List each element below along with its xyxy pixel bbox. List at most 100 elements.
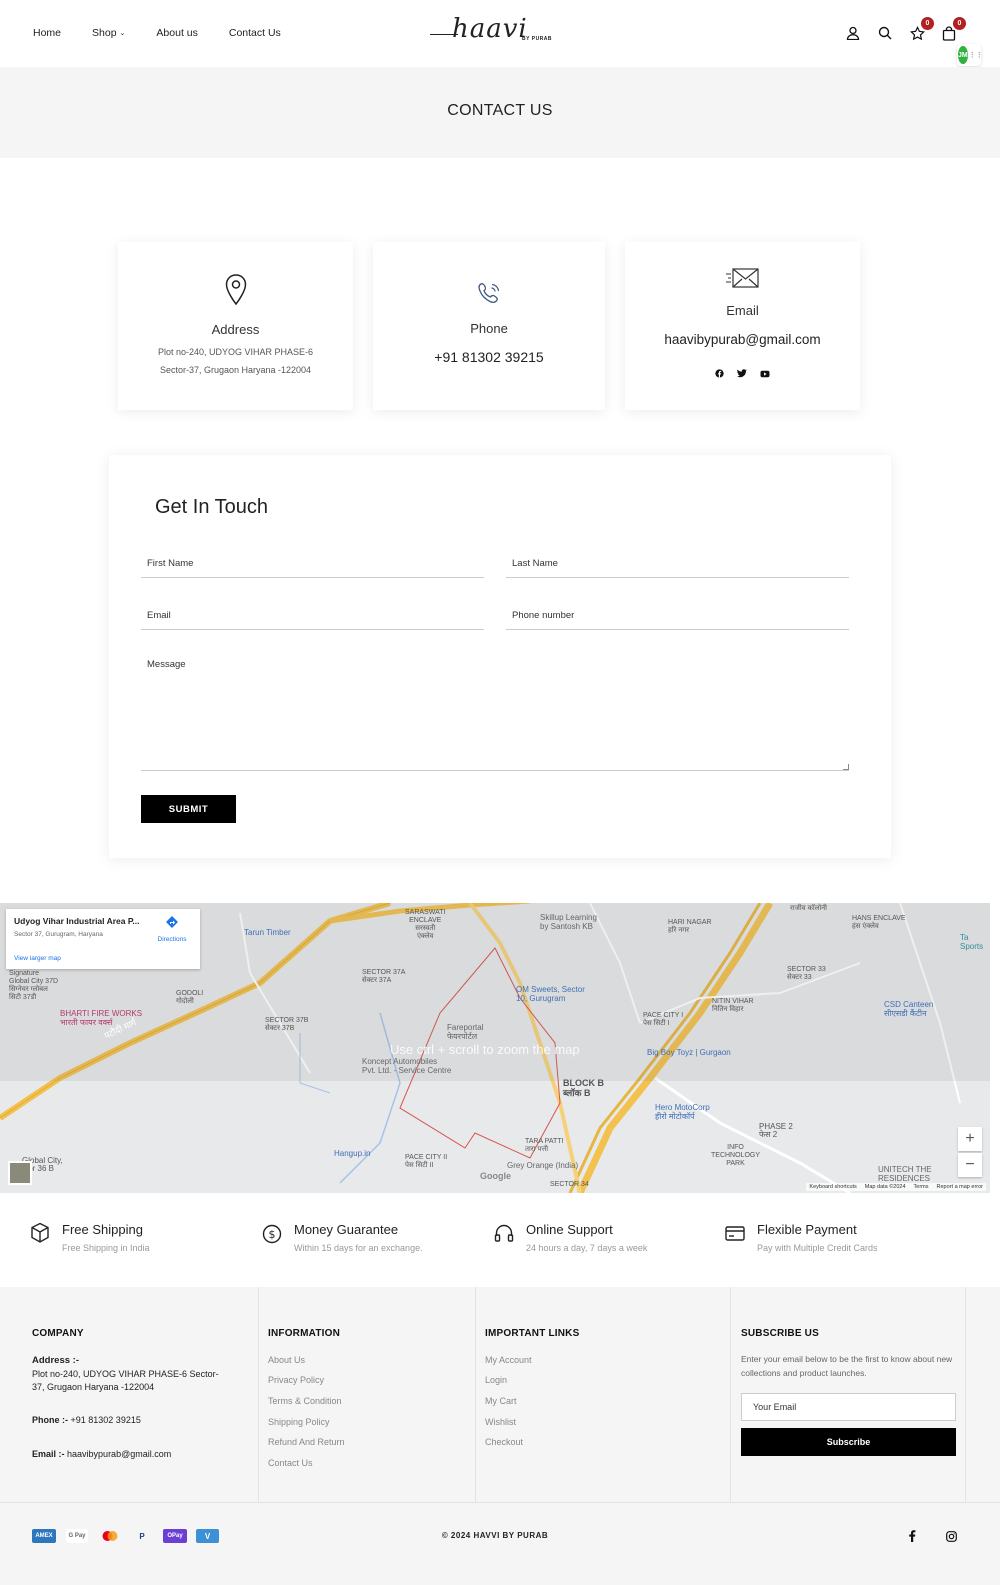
account-icon[interactable] <box>844 24 862 42</box>
map-place-name: Udyog Vihar Industrial Area P... <box>14 916 140 926</box>
nav-about[interactable]: About us <box>156 27 197 39</box>
subscribe-button[interactable]: Subscribe <box>741 1428 956 1456</box>
footer-link-terms[interactable]: Terms & Condition <box>268 1396 342 1406</box>
map-label-pace-city-1: PACE CITY I पेस सिटी I <box>643 1012 684 1027</box>
footer-phone-row: Phone :- +91 81302 39215 <box>32 1414 141 1427</box>
footer-link-privacy[interactable]: Privacy Policy <box>268 1375 324 1385</box>
page-title-band: CONTACT US <box>0 67 1000 158</box>
cart-bag-icon[interactable]: 0 <box>940 17 966 42</box>
map-label-unitech[interactable]: UNITECH THE RESIDENCES <box>878 1165 932 1183</box>
phone-placeholder: Phone number <box>512 610 575 621</box>
footer-divider <box>730 1287 731 1502</box>
map-label-tarun[interactable]: Tarun Timber <box>244 928 291 937</box>
map-label-skillup[interactable]: Skillup Learning by Santosh KB <box>540 913 597 931</box>
footer-email-row: Email :- haavibypurab@gmail.com <box>32 1448 171 1461</box>
view-larger-map-link[interactable]: View larger map <box>14 955 61 962</box>
site-footer: COMPANY Address :- Plot no-240, UDYOG VI… <box>0 1287 1000 1585</box>
user-avatar-widget[interactable]: JM ⋮⋮ <box>957 44 983 66</box>
twitter-icon[interactable] <box>737 365 747 383</box>
footer-address-label: Address :- <box>32 1355 79 1366</box>
footer-link-about[interactable]: About Us <box>268 1355 305 1365</box>
map-label-sports[interactable]: Ta Sports <box>960 933 983 951</box>
map-label-csd[interactable]: CSD Canteen सीएसडी कैंटीन <box>884 1000 933 1018</box>
map-label-tara-patti: TARA PATTI तारा पत्ती <box>525 1138 564 1153</box>
footer-subscribe-heading: SUBSCRIBE US <box>741 1328 819 1339</box>
nav-contact[interactable]: Contact Us <box>229 27 281 39</box>
phone-icon <box>373 280 605 313</box>
main-nav: Home Shop ⌄ About us Contact Us <box>33 27 312 39</box>
submit-button[interactable]: SUBMIT <box>141 795 236 823</box>
header-icons: 0 0 <box>844 17 966 42</box>
footer-divider <box>475 1287 476 1502</box>
map-label-saraswati: SARASWATI ENCLAVE सरस्वती एंक्लेव <box>405 909 446 940</box>
first-name-placeholder: First Name <box>147 558 194 569</box>
map-label-koncept[interactable]: Koncept Automobiles Pvt. Ltd. - Service … <box>362 1057 451 1075</box>
google-map[interactable]: Use ctrl + scroll to zoom the map Tarun … <box>0 903 990 1193</box>
map-label-omsweets[interactable]: OM Sweets, Sector 10, Gurugram <box>516 985 585 1003</box>
nav-home[interactable]: Home <box>33 27 61 39</box>
phone-title: Phone <box>470 321 508 336</box>
map-directions-button[interactable]: Directions <box>152 915 192 943</box>
footer-email[interactable]: haavibypurab@gmail.com <box>67 1449 171 1459</box>
map-label-hero[interactable]: Hero MotoCorp हीरो मोटोकॉर्प <box>655 1103 710 1121</box>
map-label-grey-orange[interactable]: Grey Orange (India) <box>507 1161 578 1170</box>
footer-phone[interactable]: +91 81302 39215 <box>71 1415 141 1425</box>
footer-link-cart[interactable]: My Cart <box>485 1396 517 1406</box>
footer-link-login[interactable]: Login <box>485 1375 507 1385</box>
email-input[interactable]: Email <box>141 610 484 630</box>
footer-link-wishlist[interactable]: Wishlist <box>485 1417 516 1427</box>
footer-company-heading: COMPANY <box>32 1328 84 1339</box>
map-label-bigboy[interactable]: Big Boy Toyz | Gurgaon <box>647 1048 731 1057</box>
instagram-icon[interactable] <box>946 1529 957 1547</box>
address-title: Address <box>211 322 260 337</box>
email-address[interactable]: haavibypurab@gmail.com <box>625 332 860 347</box>
map-label-global37d: Signature Global City 37D सिग्नेचर ग्लोब… <box>9 970 59 1001</box>
wishlist-count-badge: 0 <box>921 17 934 30</box>
map-zoom-in-button[interactable]: + <box>958 1127 982 1151</box>
footer-link-checkout[interactable]: Checkout <box>485 1437 523 1447</box>
drag-handle-icon: ⋮⋮ <box>968 52 983 59</box>
footer-link-shipping[interactable]: Shipping Policy <box>268 1417 330 1427</box>
page-title: CONTACT US <box>447 102 553 119</box>
form-title: Get In Touch <box>155 496 269 518</box>
map-terms-link[interactable]: Terms <box>914 1184 929 1190</box>
footer-divider <box>258 1287 259 1502</box>
map-label-hans: HANS ENCLAVE हंस एंक्लेव <box>852 915 906 930</box>
map-zoom-out-button[interactable]: − <box>958 1153 982 1177</box>
footer-important-heading: IMPORTANT LINKS <box>485 1328 580 1339</box>
map-label-hari-nagar: HARI NAGAR हरि नगर <box>668 919 712 934</box>
first-name-input[interactable]: First Name <box>141 558 484 578</box>
phone-number-input[interactable]: Phone number <box>506 610 849 630</box>
wishlist-star-icon[interactable]: 0 <box>908 17 934 42</box>
map-label-godoli: GODOLI गोदोली <box>176 990 204 1005</box>
email-title: Email <box>726 303 759 318</box>
youtube-icon[interactable] <box>760 365 770 383</box>
search-icon[interactable] <box>876 24 894 42</box>
chevron-down-icon: ⌄ <box>119 30 126 37</box>
facebook-icon[interactable] <box>908 1529 916 1547</box>
nav-shop[interactable]: Shop ⌄ <box>92 27 125 39</box>
email-placeholder: Email <box>147 610 171 621</box>
map-satellite-thumbnail[interactable] <box>8 1161 32 1185</box>
map-report-link[interactable]: Report a map error <box>937 1184 983 1190</box>
address-line-1: Plot no-240, UDYOG VIHAR PHASE-6 <box>157 347 314 357</box>
feature-subtitle: Pay with Multiple Credit Cards <box>757 1243 878 1253</box>
map-keyboard-shortcuts[interactable]: Keyboard shortcuts <box>809 1184 856 1190</box>
google-logo: Google <box>480 1171 511 1181</box>
map-label-phase2: PHASE 2 फेस 2 <box>759 1122 793 1139</box>
phone-card: Phone +91 81302 39215 <box>373 242 605 410</box>
nav-shop-label: Shop <box>92 27 117 39</box>
phone-number[interactable]: +91 81302 39215 <box>373 349 605 365</box>
message-textarea[interactable]: Message <box>141 659 849 771</box>
subscribe-email-input[interactable]: Your Email <box>741 1393 956 1421</box>
footer-link-contact[interactable]: Contact Us <box>268 1458 313 1468</box>
map-label-hangup[interactable]: Hangup.in <box>334 1149 370 1158</box>
svg-text:$: $ <box>269 1228 276 1241</box>
last-name-input[interactable]: Last Name <box>506 558 849 578</box>
map-label-fareportal[interactable]: Fareportal फेयरपोर्टल <box>447 1023 483 1041</box>
facebook-icon[interactable] <box>715 365 724 383</box>
textarea-resize-handle[interactable] <box>843 764 849 770</box>
site-logo[interactable]: haavi BY PURAB <box>430 12 560 52</box>
footer-link-account[interactable]: My Account <box>485 1355 532 1365</box>
footer-link-refund[interactable]: Refund And Return <box>268 1437 345 1447</box>
